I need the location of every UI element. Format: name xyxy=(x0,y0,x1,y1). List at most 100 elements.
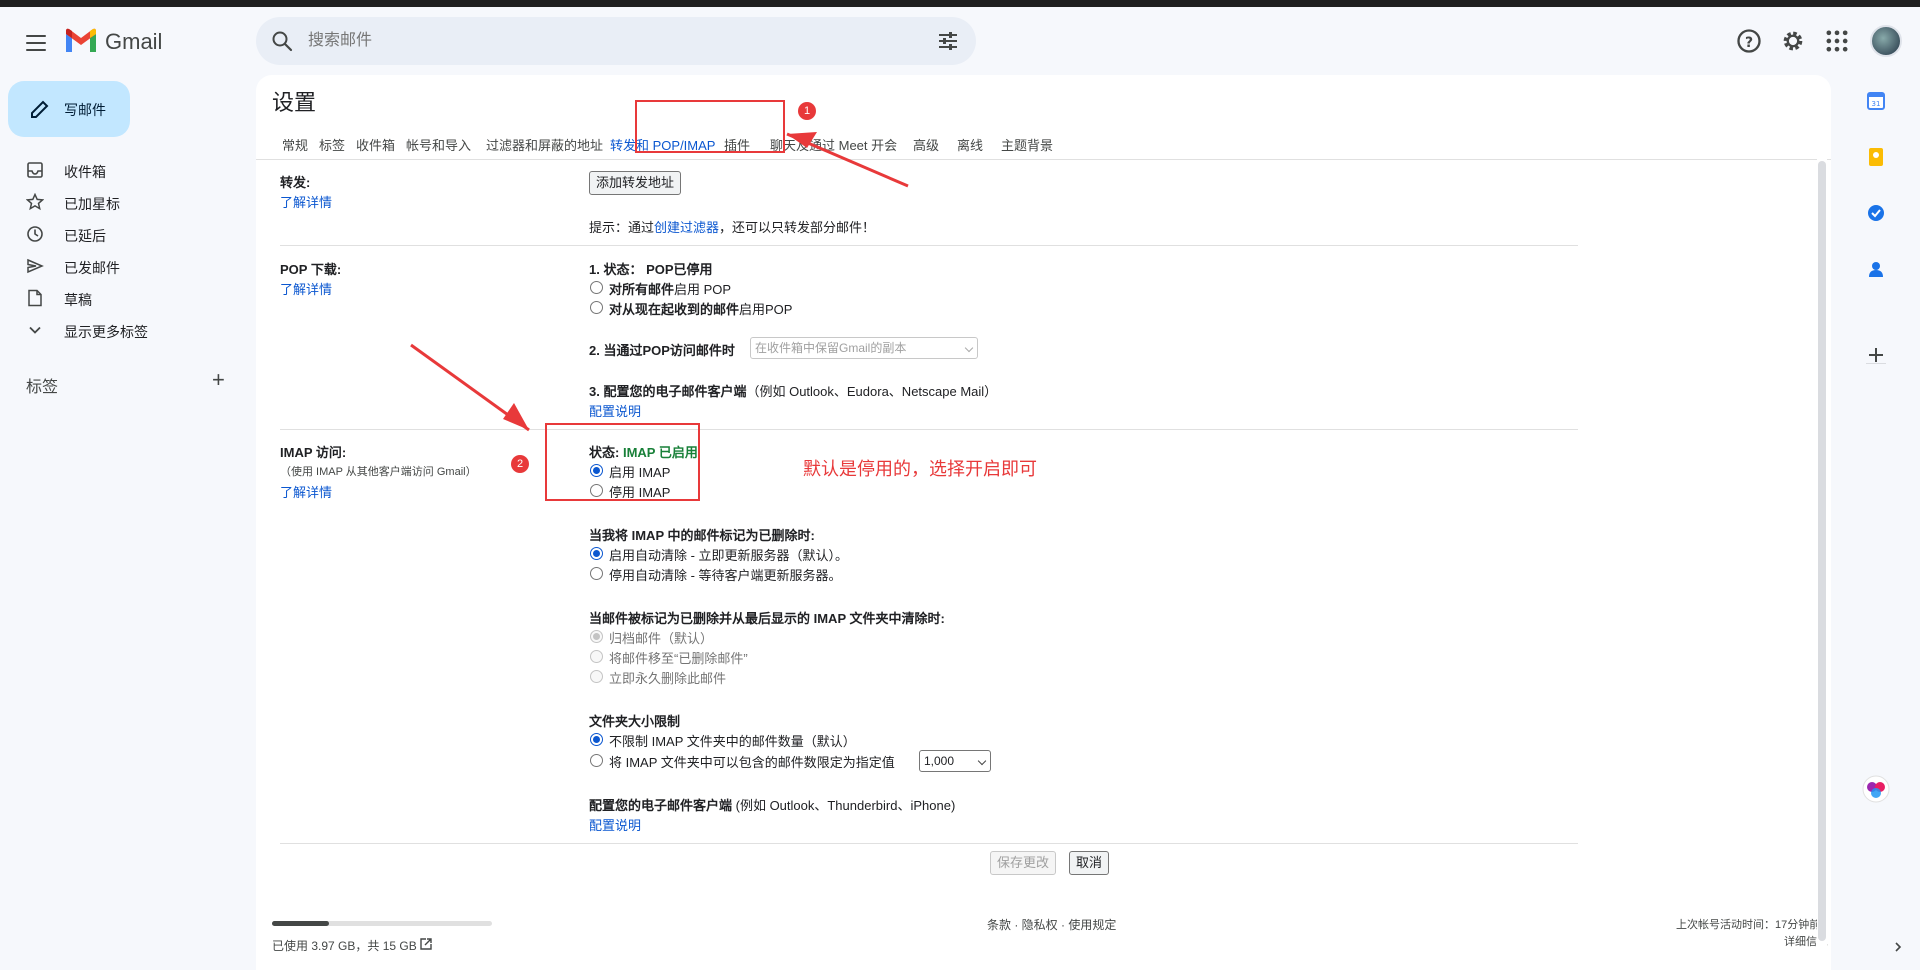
section-divider xyxy=(280,245,1578,246)
auto-expunge-off-radio[interactable] xyxy=(590,567,603,580)
limit-radio[interactable] xyxy=(590,754,603,767)
sidebar-item-more[interactable]: 显示更多标签 xyxy=(0,313,256,345)
pop-from-now-bold: 对从现在起收到的邮件 xyxy=(609,302,740,317)
tab-offline[interactable]: 离线 xyxy=(957,131,983,161)
pencil-icon xyxy=(31,100,49,118)
sidebar-item-inbox[interactable]: 收件箱 xyxy=(0,153,256,185)
imap-config-link[interactable]: 配置说明 xyxy=(589,815,641,834)
sidebar-item-snoozed[interactable]: 已延后 xyxy=(0,217,256,249)
auto-expunge-on-radio[interactable] xyxy=(590,547,603,560)
compose-label: 写邮件 xyxy=(64,102,106,118)
send-icon xyxy=(27,258,44,274)
imap-expunged-heading: 当邮件被标记为已删除并从最后显示的 IMAP 文件夹中清除时: xyxy=(589,611,945,626)
search-options-icon[interactable] xyxy=(936,29,960,53)
search-input[interactable] xyxy=(308,29,868,53)
folder-limit-select[interactable]: 1,000 xyxy=(919,750,991,772)
imap-client-bold: 配置您的电子邮件客户端 xyxy=(589,798,733,813)
sidebar-item-drafts[interactable]: 草稿 xyxy=(0,281,256,313)
pop-client-examples: （例如 Outlook、Eudora、Netscape Mail） xyxy=(746,384,998,399)
search-bar[interactable] xyxy=(256,17,976,65)
add-forwarding-address-button[interactable]: 添加转发地址 xyxy=(589,171,682,195)
gmail-logo-icon[interactable] xyxy=(64,28,98,54)
imap-client-heading: 配置您的电子邮件客户端 (例如 Outlook、Thunderbird、iPho… xyxy=(589,795,955,814)
storage-bar xyxy=(272,921,492,926)
tab-filters[interactable]: 过滤器和屏蔽的地址 xyxy=(486,131,603,161)
sidebar-item-label: 已延后 xyxy=(64,228,106,244)
pop-from-now-label: 对从现在起收到的邮件启用POP xyxy=(609,299,792,318)
imap-sublabel: （使用 IMAP 从其他客户端访问 Gmail） xyxy=(280,466,477,478)
archive-radio[interactable] xyxy=(590,630,603,643)
no-limit-radio[interactable] xyxy=(590,733,603,746)
tasks-icon[interactable] xyxy=(1866,203,1886,223)
apps-grid-icon[interactable] xyxy=(1823,27,1851,55)
section-divider xyxy=(280,843,1578,844)
compose-button[interactable]: 写邮件 xyxy=(8,81,130,137)
footer-links[interactable]: 条款 · 隐私权 · 使用规定 xyxy=(987,916,1116,933)
sidebar-item-label: 显示更多标签 xyxy=(64,324,148,340)
sidebar-item-sent[interactable]: 已发邮件 xyxy=(0,249,256,281)
scrollbar-thumb[interactable] xyxy=(1818,161,1826,941)
create-filter-link[interactable]: 创建过滤器 xyxy=(654,220,719,235)
assistant-icon[interactable] xyxy=(1862,775,1890,803)
delete-forever-radio[interactable] xyxy=(590,670,603,683)
app-header: Gmail ? xyxy=(0,7,1920,75)
help-icon[interactable]: ? xyxy=(1735,27,1763,55)
sidebar-item-label: 已发邮件 xyxy=(64,260,120,276)
contacts-icon[interactable] xyxy=(1866,259,1886,279)
settings-gear-icon[interactable] xyxy=(1779,27,1807,55)
pop-access-select[interactable]: 在收件箱中保留Gmail的副本 xyxy=(750,337,978,359)
account-avatar[interactable] xyxy=(1870,25,1902,57)
imap-deleted-heading: 当我将 IMAP 中的邮件标记为已删除时: xyxy=(589,528,815,543)
tab-accounts[interactable]: 帐号和导入 xyxy=(406,131,471,161)
delete-forever-label: 立即永久删除此邮件 xyxy=(609,671,727,686)
annotation-badge-2: 2 xyxy=(511,455,529,473)
imap-client-examples: (例如 Outlook、Thunderbird、iPhone) xyxy=(732,798,956,813)
annotation-note: 默认是停用的，选择开启即可 xyxy=(803,459,1037,479)
sidebar: 写邮件 收件箱 已加星标 已延后 已发邮件 草稿 显示更多标签 标签 + xyxy=(0,75,256,970)
move-trash-radio[interactable] xyxy=(590,650,603,663)
pop-all-radio[interactable] xyxy=(590,281,603,294)
main-menu-button[interactable] xyxy=(22,29,50,57)
keep-icon[interactable] xyxy=(1866,147,1886,167)
forwarding-label: 转发: xyxy=(280,175,311,190)
get-addons-plus-icon[interactable] xyxy=(1866,345,1886,365)
chevron-right-icon[interactable] xyxy=(1891,940,1905,954)
storage-usage: 已使用 3.97 GB，共 15 GB xyxy=(272,939,417,953)
page-title: 设置 xyxy=(272,90,317,115)
tabs-divider xyxy=(256,159,1831,160)
pop-from-now-radio[interactable] xyxy=(590,301,603,314)
pop-status: 1. 状态： POP已停用 xyxy=(589,262,713,277)
sidebar-item-label: 收件箱 xyxy=(64,164,106,180)
tab-advanced[interactable]: 高级 xyxy=(913,131,939,161)
add-label-icon[interactable]: + xyxy=(212,369,225,391)
settings-tabs: 常规 标签 收件箱 帐号和导入 过滤器和屏蔽的地址 转发和 POP/IMAP 插… xyxy=(272,131,1832,161)
tab-chat-meet[interactable]: 聊天及通过 Meet 开会 xyxy=(770,131,897,161)
hint-prefix: 提示：通过 xyxy=(589,220,655,235)
pop-all-label: 对所有邮件启用 POP xyxy=(609,279,731,298)
tab-labels[interactable]: 标签 xyxy=(319,131,345,161)
section-divider xyxy=(280,429,1578,430)
search-icon[interactable] xyxy=(270,29,294,53)
tab-inbox[interactable]: 收件箱 xyxy=(356,131,395,161)
hint-suffix: ，还可以只转发部分邮件！ xyxy=(719,220,876,235)
pop-all-bold: 对所有邮件 xyxy=(609,282,675,297)
folder-limit-value: 1,000 xyxy=(924,754,955,768)
sidebar-item-starred[interactable]: 已加星标 xyxy=(0,185,256,217)
pop-learn-more-link[interactable]: 了解详情 xyxy=(280,279,332,298)
pop-config-link[interactable]: 配置说明 xyxy=(589,401,641,420)
tab-themes[interactable]: 主题背景 xyxy=(1001,131,1053,161)
annotation-box-imap xyxy=(545,423,700,501)
annotation-box-tab xyxy=(635,100,785,153)
external-link-icon[interactable] xyxy=(419,937,433,951)
save-changes-button[interactable]: 保存更改 xyxy=(990,851,1057,875)
forwarding-learn-more-link[interactable]: 了解详情 xyxy=(280,192,332,211)
storage-fill xyxy=(272,921,330,926)
imap-learn-more-link[interactable]: 了解详情 xyxy=(280,482,332,501)
calendar-icon[interactable]: 31 xyxy=(1866,91,1886,111)
cancel-button[interactable]: 取消 xyxy=(1069,851,1110,875)
imap-label: IMAP 访问: xyxy=(280,445,347,460)
tab-general[interactable]: 常规 xyxy=(282,131,308,161)
pop-client-bold: 3. 配置您的电子邮件客户端 xyxy=(589,384,747,399)
annotation-arrows xyxy=(410,132,909,432)
folder-limit-heading: 文件夹大小限制 xyxy=(589,714,681,729)
